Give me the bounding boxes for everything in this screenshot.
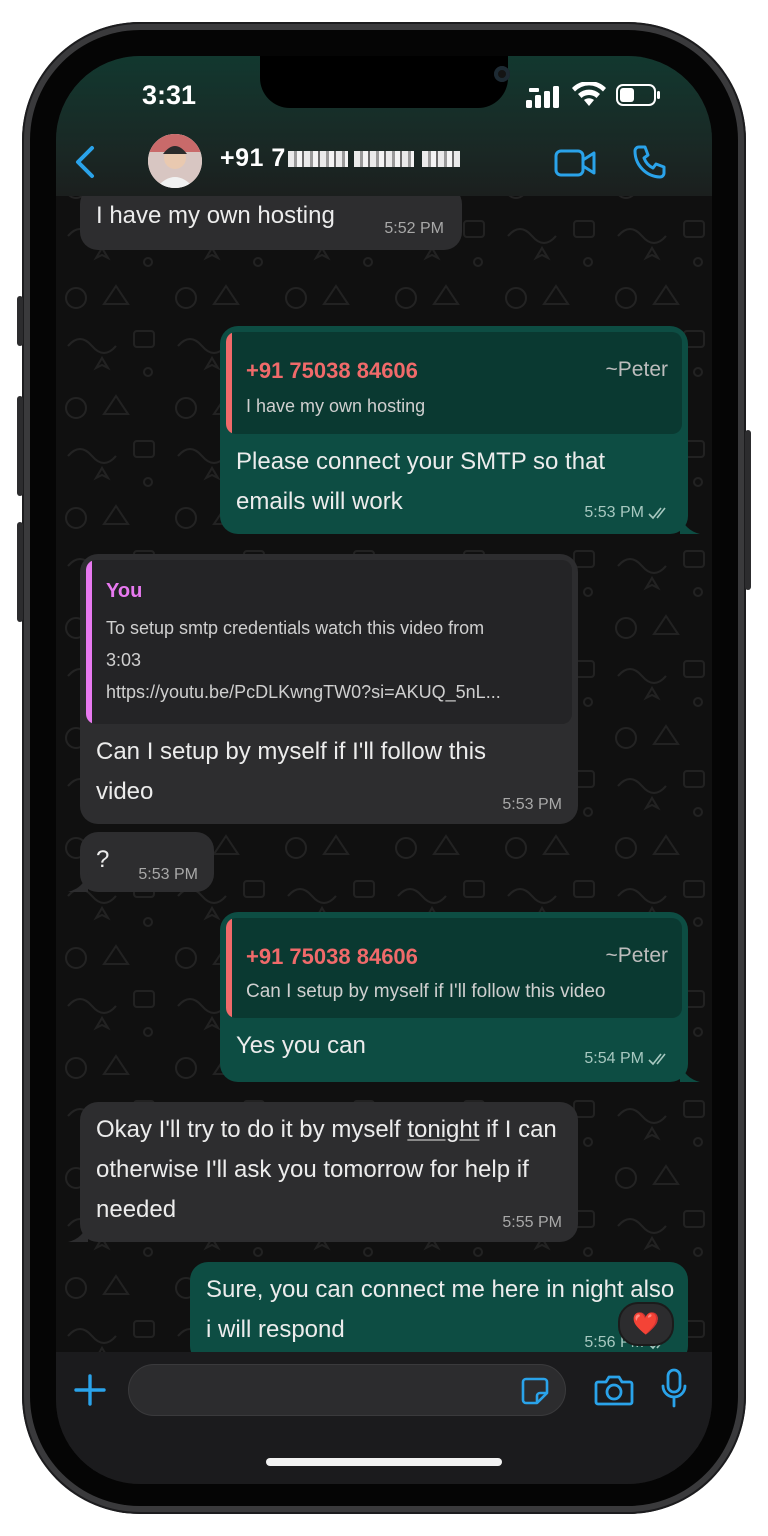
date-link[interactable]: tonight: [407, 1116, 479, 1143]
message-text-part: Okay I'll try to do it by myself: [96, 1116, 408, 1143]
camera-icon[interactable]: [594, 1372, 634, 1408]
status-time: 3:31: [142, 80, 197, 110]
message-text: Okay I'll try to do it by myself tonight…: [96, 1110, 566, 1230]
message-list: I have my own hosting 5:52 PM +91 75038 …: [56, 196, 712, 1352]
quote-author: +91 75038 84606: [246, 944, 418, 969]
message-text: ?: [96, 846, 110, 873]
message-incoming[interactable]: You To setup smtp credentials watch this…: [80, 554, 578, 824]
message-time-text: 5:53 PM: [584, 504, 644, 521]
quoted-message[interactable]: +91 75038 84606 ~Peter I have my own hos…: [226, 332, 682, 434]
heart-reaction[interactable]: ❤️: [618, 1302, 674, 1346]
message-outgoing[interactable]: +91 75038 84606 ~Peter Can I setup by my…: [220, 912, 700, 1082]
contact-name-text: +91 7: [220, 144, 286, 172]
cellular-signal-icon: [526, 86, 559, 108]
message-time: 5:54 PM: [584, 1050, 672, 1068]
redacted-digits: [287, 151, 348, 168]
message-incoming[interactable]: ? 5:53 PM: [68, 832, 214, 892]
battery-icon: [616, 84, 660, 106]
message-incoming[interactable]: I have my own hosting 5:52 PM: [80, 196, 462, 250]
power-button: [745, 430, 751, 590]
chevron-left-icon[interactable]: [70, 142, 100, 182]
bubble-tail: [680, 514, 700, 534]
chat-header: 3:31 +91 7: [56, 56, 712, 196]
quoted-message[interactable]: +91 75038 84606 ~Peter Can I setup by my…: [226, 918, 682, 1018]
message-outgoing[interactable]: +91 75038 84606 ~Peter I have my own hos…: [220, 326, 700, 534]
quoted-message[interactable]: You To setup smtp credentials watch this…: [86, 560, 572, 724]
message-time-text: 5:54 PM: [584, 1050, 644, 1067]
quote-author: You: [106, 580, 143, 602]
microphone-icon[interactable]: [660, 1368, 688, 1408]
message-text: Can I setup by myself if I'll follow thi…: [96, 738, 487, 805]
phone-icon[interactable]: [632, 144, 666, 180]
quote-author-tag: ~Peter: [605, 358, 668, 381]
sticker-icon[interactable]: [520, 1376, 550, 1406]
quote-author-tag: ~Peter: [605, 944, 668, 967]
action-button: [17, 296, 23, 346]
quote-text-line: 3:03: [106, 650, 142, 670]
quote-text-line: To setup smtp credentials watch this vid…: [106, 618, 485, 638]
message-time: 5:53 PM: [584, 504, 672, 522]
quote-link: https://youtu.be/PcDLKwngTW0?si=AKUQ_5nL…: [106, 682, 501, 702]
plus-icon[interactable]: [72, 1372, 108, 1408]
bubble-tail: [68, 1222, 88, 1242]
screen: 3:31 +91 7 I have my own hosting 5:52 PM…: [56, 56, 712, 1484]
avatar[interactable]: [148, 134, 202, 188]
volume-up-button: [17, 396, 23, 496]
front-camera: [494, 66, 510, 82]
video-call-icon[interactable]: [554, 148, 596, 178]
wifi-icon: [572, 82, 606, 106]
quote-bar: [226, 332, 232, 434]
message-time: 5:52 PM: [384, 220, 444, 237]
quote-author: +91 75038 84606: [246, 358, 418, 383]
quote-bar: [226, 918, 232, 1018]
message-time: 5:55 PM: [502, 1214, 562, 1231]
message-text: Yes you can: [236, 1032, 366, 1059]
bubble-tail: [680, 1344, 684, 1352]
composer-bar: [56, 1352, 712, 1484]
redacted-digits: [353, 151, 414, 168]
quote-bar: [86, 560, 92, 724]
dynamic-island: [260, 56, 510, 108]
bubble-tail: [68, 872, 88, 892]
message-input[interactable]: [128, 1364, 566, 1416]
avatar-photo-icon: [148, 134, 202, 188]
quote-text: Can I setup by myself if I'll follow thi…: [246, 981, 606, 1002]
message-text: I have my own hosting: [96, 202, 335, 229]
redacted-digits: [421, 151, 460, 168]
message-time: 5:53 PM: [138, 866, 198, 883]
message-time: 5:53 PM: [502, 796, 562, 813]
quote-text: I have my own hosting: [246, 396, 426, 416]
double-check-icon: [648, 1053, 666, 1065]
volume-down-button: [17, 522, 23, 622]
bubble-tail: [680, 1062, 700, 1082]
home-indicator[interactable]: [266, 1458, 502, 1466]
double-check-icon: [648, 507, 666, 519]
message-incoming[interactable]: Okay I'll try to do it by myself tonight…: [68, 1102, 578, 1242]
message-outgoing[interactable]: Sure, you can connect me here in night a…: [190, 1262, 688, 1352]
contact-name[interactable]: +91 7: [220, 144, 460, 173]
